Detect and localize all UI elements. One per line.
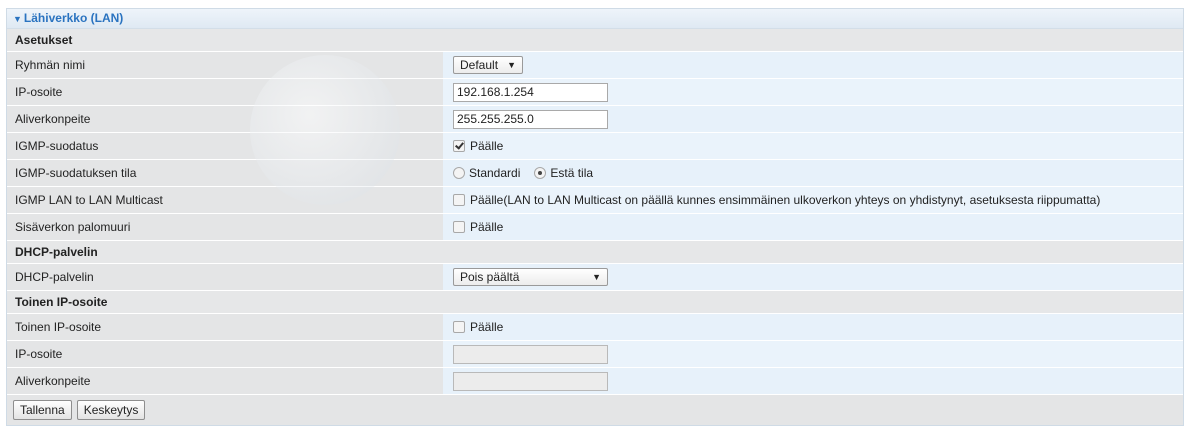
second-ip-label: Toinen IP-osoite: [7, 314, 443, 340]
mask-label: Aliverkonpeite: [7, 106, 443, 132]
firewall-option-label: Päälle: [470, 220, 504, 234]
panel-title[interactable]: ▼ Lähiverkko (LAN): [7, 9, 1183, 29]
second-mask-input: [453, 371, 608, 391]
group-name-label: Ryhmän nimi: [7, 52, 443, 78]
dhcp-server-label: DHCP-palvelin: [7, 264, 443, 290]
section-asetukset: Asetukset: [7, 29, 1183, 52]
dhcp-server-value: Pois päältä: [460, 270, 520, 284]
panel-title-text: Lähiverkko (LAN): [23, 11, 124, 25]
row-group-name: Ryhmän nimi Default ▼: [7, 52, 1183, 79]
second-ip-addr-input: [453, 344, 608, 364]
row-second-ip-addr: IP-osoite: [7, 341, 1183, 368]
button-row: Tallenna Keskeytys: [7, 395, 1183, 425]
second-ip-option-label: Päälle: [470, 320, 504, 334]
row-igmp-mode: IGMP-suodatuksen tila Standardi Estä til…: [7, 160, 1183, 187]
igmp-lan-checkbox[interactable]: [453, 194, 465, 206]
section-label: Toinen IP-osoite: [15, 295, 108, 309]
second-mask-label: Aliverkonpeite: [7, 368, 443, 394]
row-second-ip: Toinen IP-osoite Päälle: [7, 314, 1183, 341]
second-ip-addr-label: IP-osoite: [7, 341, 443, 367]
firewall-label: Sisäverkon palomuuri: [7, 214, 443, 240]
section-dhcp: DHCP-palvelin: [7, 241, 1183, 264]
row-igmp: IGMP-suodatus Päälle: [7, 133, 1183, 160]
row-ip: IP-osoite 192.168.1.254: [7, 79, 1183, 106]
cancel-button[interactable]: Keskeytys: [76, 400, 146, 420]
section-label: Asetukset: [15, 33, 73, 47]
dropdown-arrow-icon: ▼: [592, 272, 601, 282]
radio-esta-tila-label: Estä tila: [550, 166, 594, 180]
igmp-lan-option-label: Päälle(LAN to LAN Multicast on päällä ku…: [470, 193, 1101, 207]
ip-input[interactable]: 192.168.1.254: [453, 82, 608, 102]
igmp-lan-label: IGMP LAN to LAN Multicast: [7, 187, 443, 213]
section-label: DHCP-palvelin: [15, 245, 98, 259]
mask-input[interactable]: 255.255.255.0: [453, 109, 608, 129]
row-firewall: Sisäverkon palomuuri Päälle: [7, 214, 1183, 241]
igmp-checkbox[interactable]: [453, 140, 465, 152]
row-second-mask: Aliverkonpeite: [7, 368, 1183, 395]
row-igmp-lan: IGMP LAN to LAN Multicast Päälle(LAN to …: [7, 187, 1183, 214]
second-ip-checkbox[interactable]: [453, 321, 465, 333]
group-name-value: Default: [460, 58, 499, 72]
radio-standardi[interactable]: [453, 167, 465, 179]
section-toinen: Toinen IP-osoite: [7, 291, 1183, 314]
group-name-select[interactable]: Default ▼: [453, 56, 523, 74]
dhcp-server-select[interactable]: Pois päältä ▼: [453, 268, 608, 286]
igmp-mode-label: IGMP-suodatuksen tila: [7, 160, 443, 186]
ip-label: IP-osoite: [7, 79, 443, 105]
firewall-checkbox[interactable]: [453, 221, 465, 233]
row-mask: Aliverkonpeite 255.255.255.0: [7, 106, 1183, 133]
save-button[interactable]: Tallenna: [13, 400, 72, 420]
igmp-label: IGMP-suodatus: [7, 133, 443, 159]
row-dhcp-server: DHCP-palvelin Pois päältä ▼: [7, 264, 1183, 291]
lan-panel: ▼ Lähiverkko (LAN) Asetukset Ryhmän nimi …: [6, 8, 1184, 426]
dropdown-arrow-icon: ▼: [507, 60, 516, 70]
igmp-option-label: Päälle: [470, 139, 504, 153]
radio-standardi-label: Standardi: [469, 166, 521, 180]
collapse-triangle-icon[interactable]: ▼: [13, 14, 22, 24]
radio-esta-tila[interactable]: [534, 167, 547, 179]
